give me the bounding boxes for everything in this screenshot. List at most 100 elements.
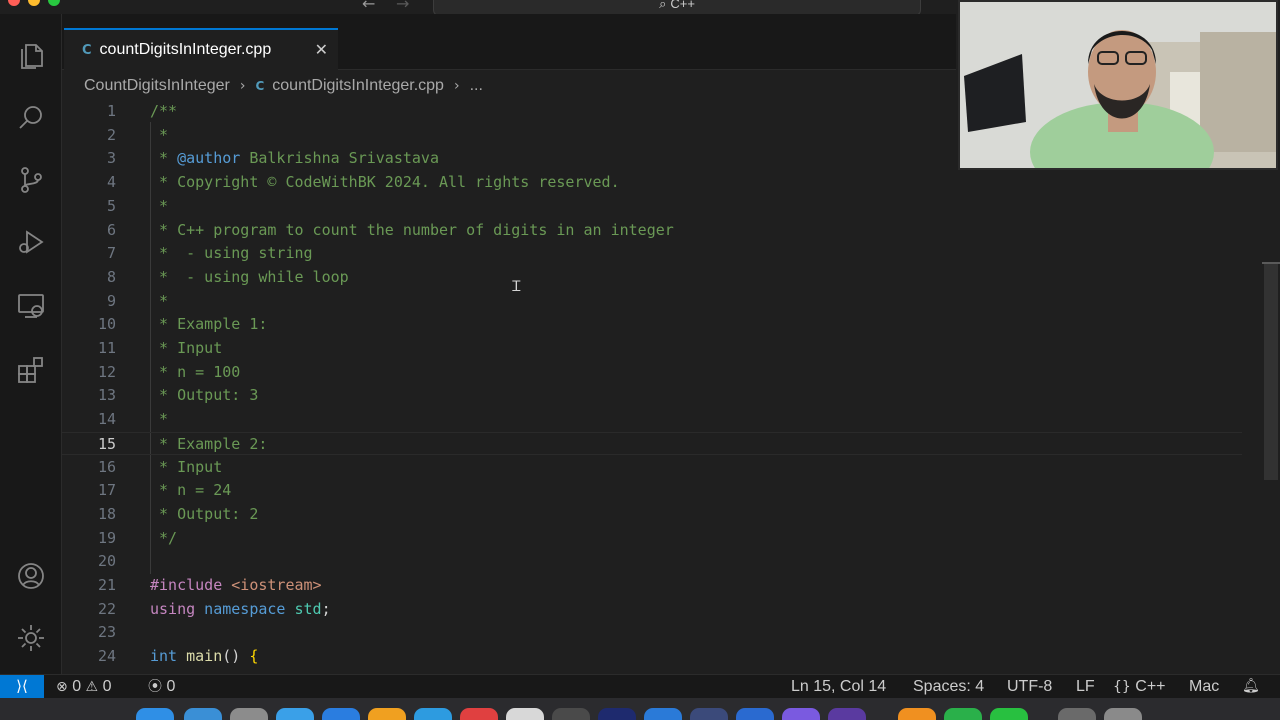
problems-indicator[interactable]: ⊗ 0 ⚠ 0 (56, 675, 111, 699)
activity-bar (0, 14, 62, 674)
code-line[interactable]: 19 */ (62, 527, 1242, 551)
code-line[interactable]: 16 * Input (62, 456, 1242, 480)
code-text: * Input (150, 456, 222, 479)
code-text: * - using string (150, 242, 313, 265)
line-number: 2 (106, 125, 116, 144)
line-number: 11 (97, 339, 116, 357)
line-number: 19 (97, 528, 116, 547)
minimize-window-button[interactable] (28, 0, 40, 6)
end-of-line[interactable]: LF (1076, 675, 1095, 699)
app-icon[interactable] (1058, 708, 1096, 720)
chevron-right-icon: › (239, 78, 246, 94)
app-icon[interactable] (506, 708, 544, 720)
warning-icon: ⚠ (85, 679, 99, 695)
app-icon[interactable] (736, 708, 774, 720)
code-line[interactable]: 18 * Output: 2 (62, 503, 1242, 527)
ports-count: 0 (166, 678, 176, 695)
code-line[interactable]: 23 (62, 621, 1242, 645)
notifications-bell-icon[interactable]: 🔔︎ (1242, 675, 1260, 699)
breadcrumb-symbols[interactable]: ... (470, 77, 483, 95)
indentation[interactable]: Spaces: 4 (913, 675, 984, 699)
app-icon[interactable] (552, 708, 590, 720)
code-line[interactable]: 7 * - using string (62, 242, 1242, 266)
app-icon[interactable] (828, 708, 866, 720)
app-icon[interactable] (598, 708, 636, 720)
ports-indicator[interactable]: ⦿ 0 (148, 675, 175, 699)
code-line[interactable]: 24 int main() { (62, 645, 1242, 669)
breadcrumb-file[interactable]: countDigitsInInteger.cpp (272, 77, 444, 95)
app-icon[interactable] (184, 708, 222, 720)
webcam-overlay (958, 0, 1278, 170)
code-line[interactable]: 14 * (62, 408, 1242, 432)
go-forward-icon[interactable]: → (396, 0, 409, 13)
code-editor[interactable]: 1 /** 2 * 3 * @author Balkrishna Srivastava… (62, 100, 1262, 674)
code-text: /** (150, 100, 177, 123)
run-debug-icon[interactable] (13, 224, 49, 260)
trash-app-icon[interactable] (1104, 708, 1142, 720)
chevron-right-icon: › (453, 78, 460, 94)
cursor-position[interactable]: Ln 15, Col 14 (791, 675, 886, 699)
doc-tag: @author (177, 149, 241, 168)
code-line[interactable]: 4 * Copyright © CodeWithBK 2024. All rig… (62, 171, 1242, 195)
accounts-icon[interactable] (13, 558, 49, 594)
code-line[interactable]: 8 * - using while loop (62, 266, 1242, 290)
tab-countdigitsininteger-cpp[interactable]: C countDigitsInInteger.cpp ✕ (64, 28, 338, 70)
scrollbar-thumb[interactable] (1264, 262, 1278, 480)
code-line[interactable]: 13 * Output: 3 (62, 384, 1242, 408)
app-icon[interactable] (690, 708, 728, 720)
code-line[interactable]: 5 * (62, 195, 1242, 219)
close-window-button[interactable] (8, 0, 20, 6)
app-icon[interactable] (944, 708, 982, 720)
code-text: * Copyright © CodeWithBK 2024. All right… (150, 171, 620, 194)
code-line[interactable]: 9 * (62, 290, 1242, 314)
editor-scrollbar[interactable] (1262, 100, 1280, 674)
code-text: * Input (150, 337, 222, 360)
keyword: namespace (195, 599, 286, 618)
code-line[interactable]: 11 * Input (62, 337, 1242, 361)
code-line[interactable]: 12 * n = 100 (62, 361, 1242, 385)
app-icon[interactable] (460, 708, 498, 720)
code-line[interactable]: 22 using namespace std; (62, 598, 1242, 622)
encoding[interactable]: UTF-8 (1007, 675, 1052, 699)
cpp-file-icon: C (255, 79, 265, 93)
code-line[interactable]: 21 #include <iostream> (62, 574, 1242, 598)
explorer-icon[interactable] (13, 38, 49, 74)
overview-ruler-mark (1262, 262, 1280, 264)
app-icon[interactable] (368, 708, 406, 720)
safari-app-icon[interactable] (276, 708, 314, 720)
code-text: * Output: 3 (150, 384, 258, 407)
finder-app-icon[interactable] (136, 708, 174, 720)
line-number: 22 (97, 599, 116, 618)
code-line[interactable]: 17 * n = 24 (62, 479, 1242, 503)
extensions-icon[interactable] (13, 352, 49, 388)
code-text: * (150, 124, 168, 147)
code-line[interactable]: 10 * Example 1: (62, 313, 1242, 337)
line-number: 6 (106, 220, 116, 239)
app-icon[interactable] (322, 708, 360, 720)
app-icon[interactable] (414, 708, 452, 720)
app-icon[interactable] (782, 708, 820, 720)
comment-text: * Example 2: (150, 434, 268, 453)
messages-app-icon[interactable] (990, 708, 1028, 720)
app-icon[interactable] (898, 708, 936, 720)
code-line[interactable]: 15 * Example 2: (62, 431, 1242, 456)
platform[interactable]: Mac (1189, 675, 1219, 699)
code-line[interactable]: 6 * C++ program to count the number of d… (62, 219, 1242, 243)
source-control-icon[interactable] (13, 162, 49, 198)
go-back-icon[interactable]: ← (362, 0, 375, 13)
search-icon[interactable] (13, 100, 49, 136)
language-mode[interactable]: {} C++ (1113, 675, 1166, 699)
manage-gear-icon[interactable] (13, 620, 49, 656)
app-icon[interactable] (644, 708, 682, 720)
app-icon[interactable] (230, 708, 268, 720)
code-line[interactable]: 20 (62, 550, 1242, 574)
close-tab-icon[interactable]: ✕ (315, 40, 328, 59)
line-number: 5 (106, 196, 116, 215)
zoom-window-button[interactable] (48, 0, 60, 6)
breadcrumb-folder[interactable]: CountDigitsInInteger (84, 77, 230, 95)
remote-explorer-icon[interactable] (13, 288, 49, 324)
comment-text: * n = 100 (150, 362, 241, 381)
remote-indicator-icon[interactable]: ⟩⟨ (0, 675, 44, 699)
language-label: C++ (1135, 678, 1166, 695)
code-text: * (150, 408, 168, 431)
